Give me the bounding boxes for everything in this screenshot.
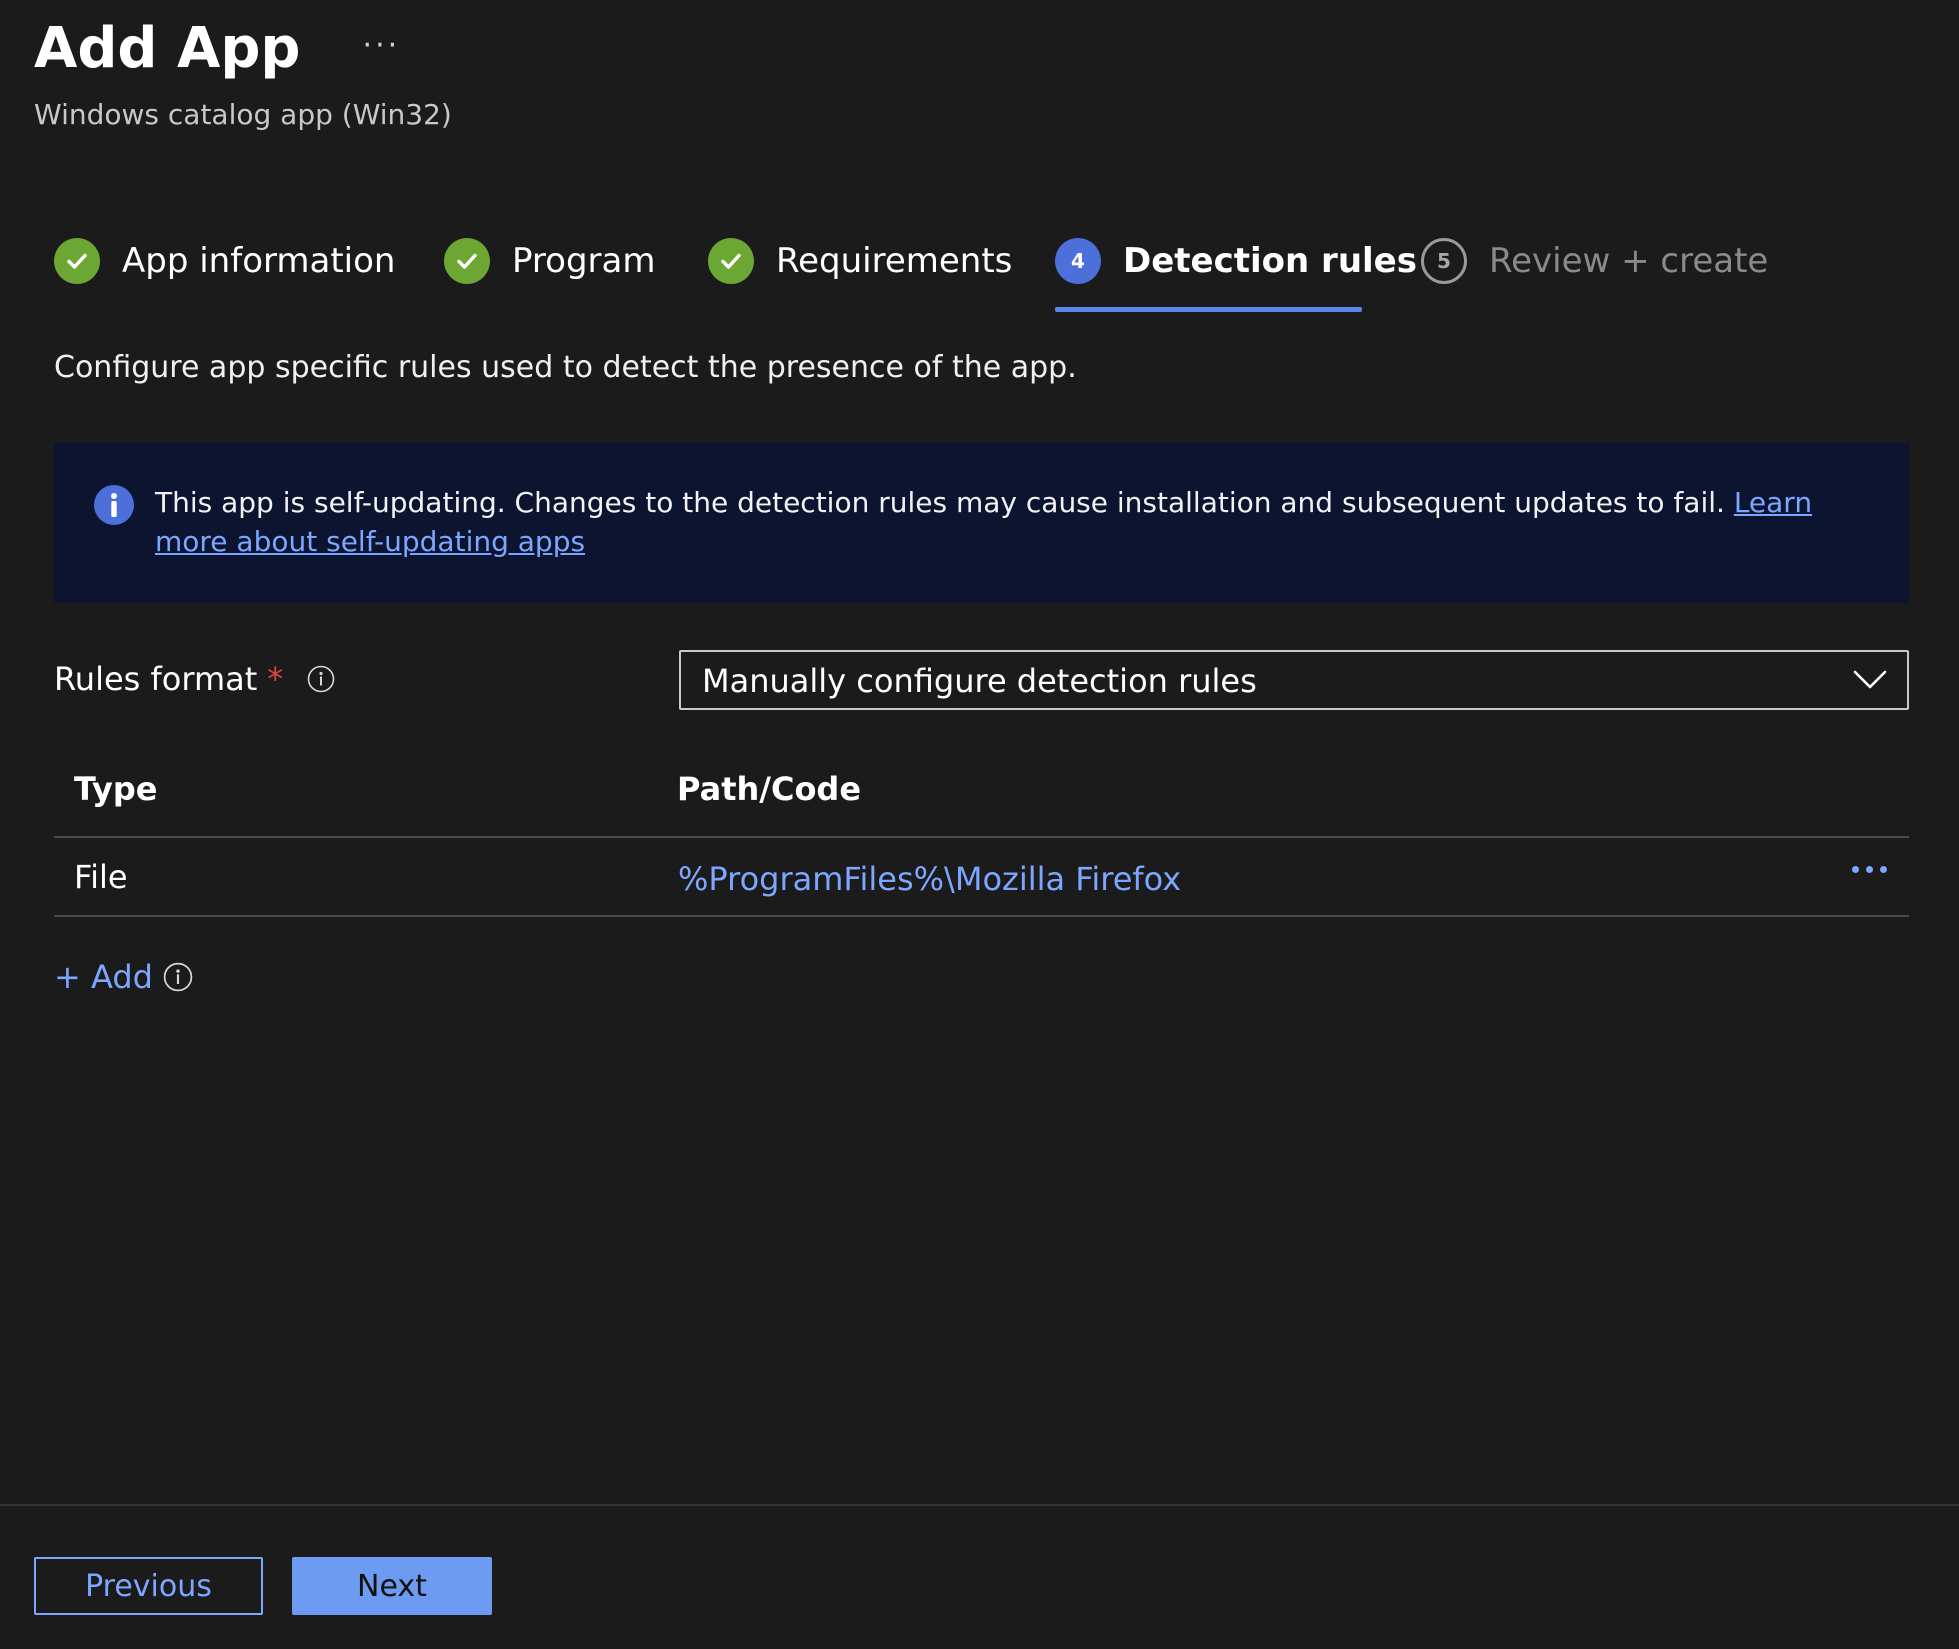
page-header: Add App ··· Windows catalog app (Win32) — [34, 14, 452, 131]
ellipsis-dot — [1852, 866, 1859, 873]
step-detection-rules[interactable]: 4 Detection rules — [1055, 238, 1417, 318]
step-label: Requirements — [776, 241, 1013, 281]
page-subtitle: Windows catalog app (Win32) — [34, 98, 452, 131]
dropdown-selected-value: Manually configure detection rules — [702, 662, 1257, 700]
check-circle-icon — [708, 238, 754, 284]
table-header-divider — [54, 836, 1909, 838]
add-rule-button[interactable]: + Add — [54, 958, 193, 996]
banner-text: This app is self-updating. Changes to th… — [155, 486, 1734, 519]
info-icon — [94, 485, 134, 525]
table-row-divider — [54, 915, 1909, 917]
step-review-create[interactable]: 5 Review + create — [1421, 238, 1768, 318]
add-label: + Add — [54, 958, 153, 996]
step-label: App information — [122, 241, 396, 281]
check-circle-icon — [54, 238, 100, 284]
rules-format-dropdown[interactable]: Manually configure detection rules — [679, 650, 1909, 710]
step-requirements[interactable]: Requirements — [708, 238, 1012, 318]
active-step-underline — [1055, 307, 1362, 312]
ellipsis-dot — [1866, 866, 1873, 873]
info-circle-icon[interactable] — [307, 665, 335, 693]
footer-divider — [0, 1504, 1959, 1506]
row-type-cell: File — [74, 858, 128, 896]
step-number-icon: 5 — [1421, 238, 1467, 284]
row-path-link[interactable]: %ProgramFiles%\Mozilla Firefox — [678, 860, 1181, 898]
banner-message: This app is self-updating. Changes to th… — [155, 483, 1855, 561]
column-header-type: Type — [74, 770, 158, 808]
step-program[interactable]: Program — [444, 238, 655, 318]
previous-button[interactable]: Previous — [34, 1557, 263, 1615]
rules-format-label: Rules format * — [54, 660, 335, 698]
step-label: Review + create — [1489, 241, 1769, 281]
step-app-information[interactable]: App information — [54, 238, 395, 318]
row-more-options-button[interactable] — [1852, 866, 1887, 873]
info-circle-icon[interactable] — [163, 962, 193, 992]
next-button[interactable]: Next — [292, 1557, 492, 1615]
required-marker: * — [267, 660, 284, 698]
more-options-button[interactable]: ··· — [363, 28, 401, 63]
title-row: Add App ··· — [34, 14, 452, 84]
step-label: Program — [512, 241, 656, 281]
chevron-down-icon — [1853, 670, 1887, 689]
info-banner: This app is self-updating. Changes to th… — [54, 443, 1909, 603]
rules-format-label-text: Rules format — [54, 660, 258, 698]
ellipsis-dot — [1880, 866, 1887, 873]
column-header-path-code: Path/Code — [677, 770, 862, 808]
step-label: Detection rules — [1123, 241, 1417, 281]
page-title: Add App — [34, 16, 301, 81]
step-number-icon: 4 — [1055, 238, 1101, 284]
page-description: Configure app specific rules used to det… — [54, 350, 1077, 385]
check-circle-icon — [444, 238, 490, 284]
